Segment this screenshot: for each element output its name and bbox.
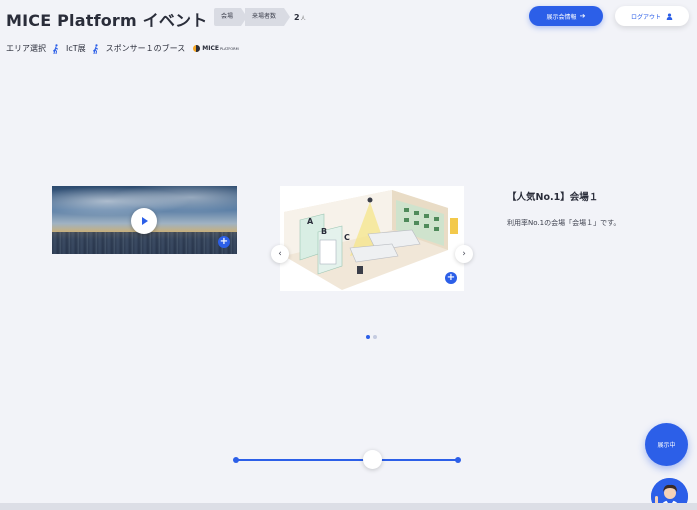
svg-text:C: C xyxy=(344,233,350,242)
booth-illustration[interactable]: A B C xyxy=(280,186,464,291)
chevron-left-icon[interactable]: ‹ xyxy=(271,245,289,263)
area-select-link[interactable]: エリア選択 xyxy=(6,43,46,54)
carousel-dots xyxy=(366,335,380,339)
visitor-count-unit: 人 xyxy=(300,15,306,22)
logo-subtext: PLATFORM xyxy=(219,46,239,51)
area-nav: エリア選択 IcT展 スポンサー１のブース MICE PLATFORM xyxy=(6,43,239,54)
exhibit-info-button[interactable]: 展示会情報 ➔ xyxy=(529,6,603,26)
carousel-dot-2[interactable] xyxy=(373,335,377,339)
svg-text:B: B xyxy=(321,227,327,236)
user-icon xyxy=(666,12,673,20)
arrow-right-icon: ➔ xyxy=(579,12,586,20)
breadcrumb-visitors[interactable]: 来場者数 xyxy=(245,8,291,26)
logo-mark xyxy=(193,45,201,52)
booth-link[interactable]: スポンサー１のブース xyxy=(106,43,186,54)
exhibiting-fab[interactable]: 展示中 xyxy=(645,423,688,466)
svg-text:A: A xyxy=(307,217,314,226)
play-icon[interactable] xyxy=(131,208,157,234)
carousel-dot-1[interactable] xyxy=(366,335,370,339)
venue-description: 利用率No.1の会場「会場１」です。 xyxy=(507,219,621,227)
visitor-count: 2人 xyxy=(294,13,306,22)
slider-end-marker xyxy=(455,457,461,463)
breadcrumb: 会場 来場者数 2人 xyxy=(214,8,306,26)
logout-label: ログアウト xyxy=(630,13,661,21)
slider-track[interactable] xyxy=(236,459,458,461)
plus-icon[interactable]: + xyxy=(445,272,457,284)
floor-link[interactable]: IcT展 xyxy=(66,43,86,54)
logout-button[interactable]: ログアウト xyxy=(615,6,689,26)
plus-icon[interactable]: + xyxy=(218,236,230,248)
bottom-bar xyxy=(0,503,697,510)
venue-title: 【人気No.1】会場１ xyxy=(507,192,599,203)
exhibit-info-label: 展示会情報 xyxy=(546,13,577,21)
walking-person-icon xyxy=(92,43,98,54)
fab-label: 展示中 xyxy=(657,442,676,449)
breadcrumb-venue[interactable]: 会場 xyxy=(214,8,248,26)
page-title: MICE Platform イベント xyxy=(6,11,208,30)
chevron-right-icon[interactable]: › xyxy=(455,245,473,263)
top-bar: MICE Platform イベント 会場 来場者数 2人 展示会情報 ➔ ログ… xyxy=(0,0,697,36)
sponsor-logo: MICE PLATFORM xyxy=(193,45,239,52)
walking-person-icon xyxy=(53,43,58,54)
visitor-count-value: 2 xyxy=(294,12,300,22)
logo-text: MICE xyxy=(202,45,219,52)
city-image xyxy=(52,232,237,254)
slider-thumb[interactable] xyxy=(363,450,382,469)
slider-start-marker xyxy=(233,457,239,463)
